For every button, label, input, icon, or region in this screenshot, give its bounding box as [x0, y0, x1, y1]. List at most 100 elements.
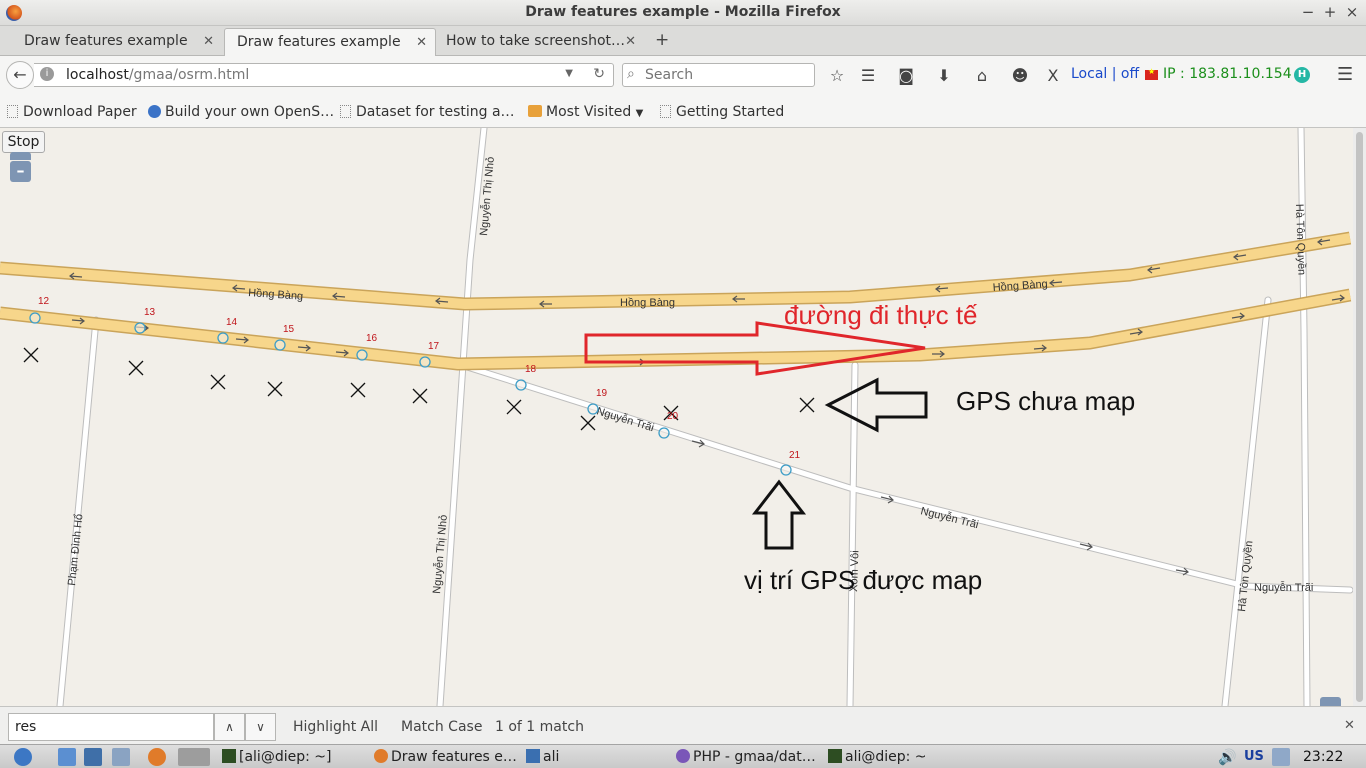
find-previous-button[interactable]: ∧: [214, 713, 245, 741]
street-label: Nguyễn Trãi: [919, 504, 980, 531]
matched-gps-point: [515, 379, 527, 391]
matched-gps-point: [274, 339, 286, 351]
window-launcher-icon[interactable]: [112, 748, 130, 766]
start-menu-icon[interactable]: [14, 748, 32, 766]
url-bar[interactable]: i localhost/gmaa/osrm.html ▼ ↻: [34, 63, 614, 87]
window-titlebar: Draw features example - Mozilla Firefox …: [0, 0, 1366, 26]
matched-gps-points: [29, 312, 792, 476]
bookmark-label: Download Paper: [23, 104, 137, 120]
street-label: Hồng Bàng: [992, 278, 1048, 294]
vertical-scrollbar[interactable]: [1353, 128, 1366, 706]
tab-draw-features-2[interactable]: Draw features example ✕: [224, 28, 436, 56]
bookmark-download-paper[interactable]: Download Paper: [7, 104, 137, 120]
point-label: 18: [525, 364, 537, 375]
matched-gps-point: [29, 312, 41, 324]
close-tab-icon[interactable]: ✕: [416, 35, 427, 50]
keyboard-layout-indicator[interactable]: US: [1244, 749, 1264, 764]
new-tab-button[interactable]: +: [655, 30, 669, 50]
h-extension-icon[interactable]: H: [1294, 67, 1310, 83]
point-label: 21: [789, 450, 801, 461]
close-tab-icon[interactable]: ✕: [203, 34, 214, 49]
reload-icon[interactable]: ↻: [593, 66, 605, 82]
close-tab-icon[interactable]: ✕: [625, 34, 636, 49]
firefox-icon: [374, 749, 388, 763]
ip-address: IP : 183.81.10.154: [1163, 66, 1292, 82]
bookmark-build-opens[interactable]: Build your own OpenS…: [148, 104, 334, 120]
tab-label: Draw features example: [237, 34, 401, 50]
url-dropdown-icon[interactable]: ▼: [565, 68, 573, 79]
bookmark-most-visited[interactable]: Most Visited ▼: [528, 104, 643, 120]
editor-icon: [676, 749, 690, 763]
taskbar-firefox[interactable]: Draw features e…: [374, 749, 517, 765]
map-view[interactable]: Hồng Bàng Hồng Bàng Hồng Bàng Nguyễn Thị…: [0, 128, 1366, 706]
match-case-toggle[interactable]: Match Case: [401, 719, 482, 735]
workspace-switcher[interactable]: [178, 748, 210, 766]
home-icon[interactable]: ⌂: [972, 66, 992, 85]
chat-icon[interactable]: ☻: [1010, 66, 1030, 85]
taskbar-terminal-1[interactable]: [ali@diep: ~]: [222, 749, 331, 765]
taskbar-php[interactable]: PHP - gmaa/dat…: [676, 749, 816, 765]
raw-gps-point: [350, 382, 366, 398]
folder-icon: [528, 105, 542, 117]
find-next-button[interactable]: ∨: [245, 713, 276, 741]
url-path: /gmaa/osrm.html: [128, 67, 250, 83]
highlight-all-toggle[interactable]: Highlight All: [293, 719, 378, 735]
network-icon[interactable]: [1272, 748, 1290, 766]
show-desktop-icon[interactable]: [58, 748, 76, 766]
raw-gps-point: [23, 347, 39, 363]
matched-gps-point: [780, 464, 792, 476]
bookmark-getting-started[interactable]: Getting Started: [660, 104, 784, 120]
tab-screenshot[interactable]: How to take screenshot… ✕: [434, 28, 644, 56]
window-title: Draw features example - Mozilla Firefox: [525, 4, 841, 20]
back-button[interactable]: ←: [6, 61, 34, 89]
volume-icon[interactable]: 🔊: [1218, 748, 1237, 766]
matched-gps-point: [419, 356, 431, 368]
terminal-icon: [828, 749, 842, 763]
pocket-icon[interactable]: ◙: [896, 66, 916, 85]
bookmark-label: Build your own OpenS…: [165, 104, 335, 120]
taskbar-terminal-2[interactable]: ali@diep: ~: [828, 749, 927, 765]
taskbar-files[interactable]: ali: [526, 749, 559, 765]
find-input[interactable]: [8, 713, 214, 741]
zoom-in-button[interactable]: [10, 152, 31, 160]
file-manager-launcher-icon[interactable]: [84, 748, 102, 766]
bookmark-dataset[interactable]: Dataset for testing a…: [340, 104, 515, 120]
black-left-arrow-annotation: [824, 377, 928, 433]
taskbar-label: PHP - gmaa/dat…: [693, 749, 816, 765]
scrollbar-thumb[interactable]: [1356, 132, 1363, 702]
gps-unmapped-annotation: GPS chưa map: [956, 386, 1135, 416]
local-status-link[interactable]: Local | off: [1071, 66, 1139, 82]
actual-route-annotation: đường đi thực tế: [784, 300, 978, 330]
matched-gps-point: [658, 427, 670, 439]
raw-gps-point: [210, 374, 226, 390]
clock[interactable]: 23:22: [1303, 749, 1343, 765]
matched-gps-point: [134, 322, 146, 334]
maximize-button[interactable]: +: [1321, 3, 1339, 21]
url-text: localhost/gmaa/osrm.html: [66, 67, 249, 83]
navigation-toolbar: ← i localhost/gmaa/osrm.html ▼ ↻ ⌕: [0, 56, 1366, 94]
bookmarks-toolbar: Download Paper Build your own OpenS… Dat…: [0, 94, 1366, 128]
site-info-icon[interactable]: i: [40, 67, 54, 81]
zoom-out-button[interactable]: –: [10, 161, 31, 182]
desktop-taskbar: [ali@diep: ~] Draw features e… ali PHP -…: [0, 744, 1366, 768]
tab-label: How to take screenshot…: [446, 33, 625, 49]
x-extension-icon[interactable]: X: [1043, 66, 1063, 85]
close-find-bar-icon[interactable]: ✕: [1344, 718, 1355, 733]
firefox-launcher-icon[interactable]: [148, 748, 166, 766]
search-box[interactable]: ⌕: [622, 63, 815, 87]
point-label: 12: [38, 296, 50, 307]
minimize-button[interactable]: −: [1299, 3, 1317, 21]
reading-list-icon[interactable]: ☰: [858, 66, 878, 85]
bookmark-star-icon[interactable]: ☆: [827, 66, 847, 85]
search-input[interactable]: [645, 67, 805, 83]
url-host: localhost: [66, 67, 129, 83]
stop-button[interactable]: Stop: [2, 131, 45, 153]
find-result-status: 1 of 1 match: [495, 719, 584, 735]
download-icon[interactable]: ⬇: [934, 66, 954, 85]
tab-draw-features-1[interactable]: Draw features example ✕: [12, 28, 222, 56]
close-window-button[interactable]: ×: [1343, 3, 1361, 21]
bookmark-label: Dataset for testing a…: [356, 104, 515, 120]
raw-gps-point: [267, 381, 283, 397]
map-canvas[interactable]: Hồng Bàng Hồng Bàng Hồng Bàng Nguyễn Thị…: [0, 128, 1366, 706]
hamburger-menu-icon[interactable]: ☰: [1337, 64, 1353, 85]
